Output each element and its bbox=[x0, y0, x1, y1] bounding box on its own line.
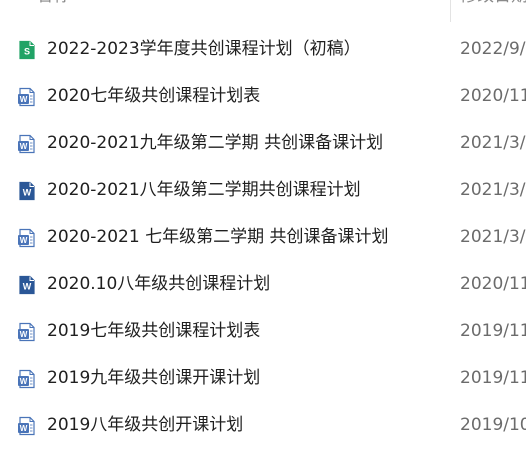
svg-text:W: W bbox=[20, 424, 28, 433]
word-docx-icon: W bbox=[17, 275, 37, 295]
file-date-modified: 2019/11 bbox=[460, 321, 526, 341]
word-doc-icon: W bbox=[17, 87, 37, 107]
column-divider[interactable] bbox=[450, 0, 451, 22]
file-date-modified: 2021/3/ bbox=[460, 133, 526, 153]
file-row[interactable]: W 2019八年级共创开课计划 2019/10 bbox=[0, 405, 526, 445]
file-date-modified: 2021/3/ bbox=[460, 180, 526, 200]
word-doc-icon: W bbox=[17, 369, 37, 389]
word-docx-icon: W bbox=[17, 181, 37, 201]
file-row[interactable]: W 2020七年级共创课程计划表 2020/11 bbox=[0, 76, 526, 116]
file-date-modified: 2019/11 bbox=[460, 368, 526, 388]
file-name: 2020.10八年级共创课程计划 bbox=[47, 274, 271, 294]
file-name: 2019九年级共创课开课计划 bbox=[47, 368, 261, 388]
file-row[interactable]: S 2022-2023学年度共创课程计划（初稿） 2022/9/ bbox=[0, 29, 526, 69]
word-doc-icon: W bbox=[17, 322, 37, 342]
file-row[interactable]: W 2020.10八年级共创课程计划 2020/11 bbox=[0, 264, 526, 304]
svg-text:W: W bbox=[23, 188, 32, 198]
column-header-bar: 名称 修改日期 bbox=[0, 0, 526, 10]
file-name: 2020七年级共创课程计划表 bbox=[47, 86, 261, 106]
file-row[interactable]: W 2020-2021八年级第二学期共创课程计划 2021/3/ bbox=[0, 170, 526, 210]
file-row[interactable]: W 2020-2021 七年级第二学期 共创课备课计划 2021/3/ bbox=[0, 217, 526, 257]
file-name: 2019七年级共创课程计划表 bbox=[47, 321, 261, 341]
word-doc-icon: W bbox=[17, 228, 37, 248]
file-date-modified: 2020/11 bbox=[460, 86, 526, 106]
file-name: 2020-2021八年级第二学期共创课程计划 bbox=[47, 180, 361, 200]
spreadsheet-icon: S bbox=[17, 40, 37, 60]
word-doc-icon: W bbox=[17, 416, 37, 436]
svg-text:W: W bbox=[20, 377, 28, 386]
svg-text:S: S bbox=[24, 47, 30, 57]
file-row[interactable]: W 2020-2021九年级第二学期 共创课备课计划 2021/3/ bbox=[0, 123, 526, 163]
file-name: 2020-2021九年级第二学期 共创课备课计划 bbox=[47, 133, 384, 153]
svg-text:W: W bbox=[20, 142, 28, 151]
word-doc-icon: W bbox=[17, 134, 37, 154]
svg-text:W: W bbox=[20, 236, 28, 245]
svg-text:W: W bbox=[20, 95, 28, 104]
file-name: 2019八年级共创开课计划 bbox=[47, 415, 244, 435]
file-date-modified: 2019/10 bbox=[460, 415, 526, 435]
file-row[interactable]: W 2019九年级共创课开课计划 2019/11 bbox=[0, 358, 526, 398]
file-date-modified: 2021/3/ bbox=[460, 227, 526, 247]
file-name: 2020-2021 七年级第二学期 共创课备课计划 bbox=[47, 227, 389, 247]
file-date-modified: 2020/11 bbox=[460, 274, 526, 294]
column-header-name[interactable]: 名称 bbox=[36, 0, 70, 10]
file-name: 2022-2023学年度共创课程计划（初稿） bbox=[47, 39, 361, 59]
svg-text:W: W bbox=[20, 330, 28, 339]
file-date-modified: 2022/9/ bbox=[460, 39, 526, 59]
svg-text:W: W bbox=[23, 282, 32, 292]
file-explorer: 名称 修改日期 S 2022-2023学年度共创课程计划（初稿） 2022/9/W 2… bbox=[0, 0, 526, 449]
column-header-date-modified[interactable]: 修改日期 bbox=[460, 0, 526, 10]
file-row[interactable]: W 2019七年级共创课程计划表 2019/11 bbox=[0, 311, 526, 351]
